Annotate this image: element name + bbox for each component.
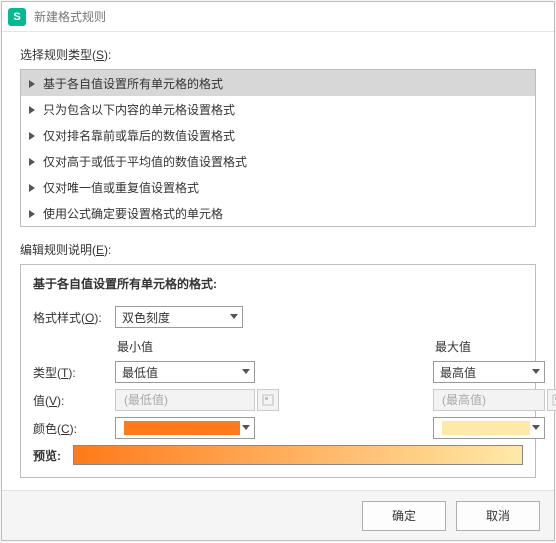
color-max-swatch	[442, 421, 530, 435]
value-label: 值(V):	[33, 392, 115, 409]
format-style-label-suffix: ):	[94, 311, 101, 325]
rule-type-item-label: 使用公式确定要设置格式的单元格	[43, 205, 223, 222]
color-label-key: C	[61, 422, 70, 436]
rule-type-item-label: 仅对唯一值或重复值设置格式	[43, 179, 199, 196]
preview-row: 预览:	[33, 445, 523, 465]
color-label: 颜色(C):	[33, 420, 115, 437]
triangle-right-icon	[29, 106, 35, 112]
edit-desc-label: 编辑规则说明(E):	[20, 241, 536, 258]
rule-type-list: 基于各自值设置所有单元格的格式只为包含以下内容的单元格设置格式仅对排名靠前或靠后…	[20, 69, 536, 227]
value-label-suffix: ):	[57, 394, 64, 408]
type-max-combo[interactable]: 最高值	[433, 361, 545, 383]
value-label-key: V	[49, 394, 57, 408]
rule-type-item[interactable]: 仅对排名靠前或靠后的数值设置格式	[21, 122, 535, 148]
format-style-row: 格式样式(O): 双色刻度	[33, 304, 523, 330]
type-row: 类型(T): 最低值 最高值	[33, 361, 523, 383]
col-min-label: 最小值	[115, 338, 255, 355]
chevron-down-icon	[242, 425, 250, 431]
color-label-prefix: 颜色(	[33, 422, 61, 436]
ok-button[interactable]: 确定	[362, 501, 446, 531]
preview-gradient	[73, 445, 523, 465]
format-style-label-key: O	[85, 311, 94, 325]
format-style-value: 双色刻度	[122, 309, 170, 326]
rule-type-item-label: 只为包含以下内容的单元格设置格式	[43, 101, 235, 118]
triangle-right-icon	[29, 132, 35, 138]
ref-picker-max-button	[547, 389, 556, 411]
rule-type-item[interactable]: 只为包含以下内容的单元格设置格式	[21, 96, 535, 122]
format-style-label-prefix: 格式样式(	[33, 311, 85, 325]
color-label-suffix: ):	[70, 422, 77, 436]
type-max-value: 最高值	[440, 364, 476, 381]
cancel-button[interactable]: 取消	[456, 501, 540, 531]
dialog-footer: 确定 取消	[2, 490, 554, 540]
edit-desc-label-suffix: ):	[104, 243, 111, 257]
preview-label: 预览:	[33, 447, 73, 464]
type-label: 类型(T):	[33, 364, 115, 381]
app-logo-icon: S	[8, 8, 26, 26]
window-title: 新建格式规则	[34, 8, 106, 25]
chevron-down-icon	[230, 314, 238, 320]
rule-type-item[interactable]: 基于各自值设置所有单元格的格式	[21, 70, 535, 96]
range-picker-icon	[552, 394, 556, 406]
edit-desc-label-key: E	[96, 243, 104, 257]
triangle-right-icon	[29, 184, 35, 190]
ref-picker-min-button	[257, 389, 279, 411]
triangle-right-icon	[29, 158, 35, 164]
type-label-prefix: 类型(	[33, 366, 61, 380]
chevron-down-icon	[242, 369, 250, 375]
value-min-input	[115, 389, 255, 411]
new-format-rule-dialog: S 新建格式规则 选择规则类型(S): 基于各自值设置所有单元格的格式只为包含以…	[1, 1, 555, 541]
value-max-field	[440, 392, 540, 408]
rule-type-item[interactable]: 仅对唯一值或重复值设置格式	[21, 174, 535, 200]
edit-desc-label-prefix: 编辑规则说明(	[20, 243, 96, 257]
edit-rule-title: 基于各自值设置所有单元格的格式:	[33, 275, 523, 292]
columns-header: 最小值 最大值	[33, 338, 523, 355]
triangle-right-icon	[29, 210, 35, 216]
color-min-swatch	[124, 421, 240, 435]
rule-type-item-label: 基于各自值设置所有单元格的格式	[43, 75, 223, 92]
value-max-input	[433, 389, 545, 411]
rule-type-label-key: S	[96, 48, 104, 62]
triangle-right-icon	[29, 80, 35, 86]
type-min-combo[interactable]: 最低值	[115, 361, 255, 383]
rule-type-label-suffix: ):	[104, 48, 111, 62]
rule-type-item[interactable]: 使用公式确定要设置格式的单元格	[21, 200, 535, 226]
rule-type-label: 选择规则类型(S):	[20, 46, 536, 63]
value-min-field	[122, 392, 250, 408]
color-min-combo[interactable]	[115, 417, 255, 439]
col-max-label: 最大值	[433, 338, 545, 355]
rule-type-item-label: 仅对排名靠前或靠后的数值设置格式	[43, 127, 235, 144]
color-max-combo[interactable]	[433, 417, 545, 439]
dialog-content: 选择规则类型(S): 基于各自值设置所有单元格的格式只为包含以下内容的单元格设置…	[2, 32, 554, 490]
value-row: 值(V):	[33, 389, 523, 411]
titlebar: S 新建格式规则	[2, 2, 554, 32]
chevron-down-icon	[532, 425, 540, 431]
rule-type-item-label: 仅对高于或低于平均值的数值设置格式	[43, 153, 247, 170]
format-style-combo[interactable]: 双色刻度	[115, 306, 243, 328]
chevron-down-icon	[532, 369, 540, 375]
format-style-label: 格式样式(O):	[33, 309, 115, 326]
rule-type-label-prefix: 选择规则类型(	[20, 48, 96, 62]
type-min-value: 最低值	[122, 364, 158, 381]
type-label-suffix: ):	[68, 366, 75, 380]
range-picker-icon	[262, 394, 274, 406]
color-row: 颜色(C):	[33, 417, 523, 439]
rule-type-item[interactable]: 仅对高于或低于平均值的数值设置格式	[21, 148, 535, 174]
edit-rule-panel: 基于各自值设置所有单元格的格式: 格式样式(O): 双色刻度 最小值 最大值	[20, 264, 536, 478]
value-label-prefix: 值(	[33, 394, 49, 408]
